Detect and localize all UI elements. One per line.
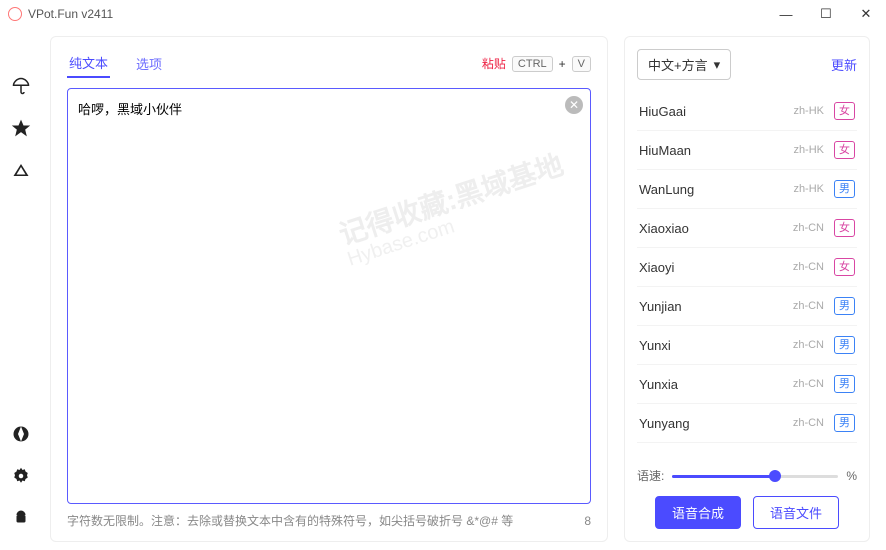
language-dropdown[interactable]: 中文+方言 ▾: [637, 49, 731, 80]
gender-badge: 男: [834, 375, 855, 393]
tab-options[interactable]: 选项: [134, 50, 164, 77]
star-icon[interactable]: [11, 118, 31, 138]
kbd-v: V: [572, 56, 591, 72]
voice-locale: zh-CN: [793, 339, 824, 351]
voice-name: Yunxia: [639, 377, 678, 392]
gender-badge: 男: [834, 336, 855, 354]
voice-name: Xiaoyi: [639, 260, 674, 275]
text-input[interactable]: [67, 88, 591, 504]
voice-row[interactable]: Xiaoyi zh-CN 女: [637, 248, 857, 287]
voice-row[interactable]: Xiaoxiao zh-CN 女: [637, 209, 857, 248]
synthesize-button[interactable]: 语音合成: [655, 496, 741, 529]
app-logo-icon: [8, 7, 22, 21]
voice-locale: zh-HK: [793, 105, 824, 117]
window-maximize-button[interactable]: ☐: [806, 0, 846, 28]
gender-badge: 男: [834, 414, 855, 432]
voice-name: Yunxi: [639, 338, 671, 353]
voice-row[interactable]: WanLung zh-HK 男: [637, 170, 857, 209]
voice-row[interactable]: Yunxi zh-CN 男: [637, 326, 857, 365]
gear-icon[interactable]: [11, 466, 31, 486]
gender-badge: 男: [834, 180, 855, 198]
voice-name: Yunyang: [639, 416, 690, 431]
gender-badge: 男: [834, 297, 855, 315]
titlebar: VPot.Fun v2411 — ☐ ✕: [0, 0, 886, 28]
tab-plaintext[interactable]: 纯文本: [67, 49, 110, 78]
speed-unit: %: [846, 469, 857, 483]
clear-text-button[interactable]: ✕: [565, 96, 583, 114]
gender-badge: 女: [834, 102, 855, 120]
voice-name: Xiaoxiao: [639, 221, 689, 236]
char-count: 8: [584, 514, 591, 528]
voice-locale: zh-CN: [793, 222, 824, 234]
window-minimize-button[interactable]: —: [766, 0, 806, 28]
voice-list: HiuGaaizh-HK女HiuMaanzh-HK女WanLungzh-HK男X…: [637, 92, 857, 455]
voice-file-button[interactable]: 语音文件: [753, 496, 839, 529]
paste-label: 粘贴: [482, 55, 506, 72]
voice-locale: zh-CN: [793, 300, 824, 312]
gender-badge: 女: [834, 219, 855, 237]
voice-row[interactable]: Yunyang zh-CN 男: [637, 404, 857, 443]
voice-name: HiuGaai: [639, 104, 686, 119]
kbd-ctrl: CTRL: [512, 56, 553, 72]
voice-locale: zh-HK: [793, 144, 824, 156]
voice-locale: zh-CN: [793, 261, 824, 273]
voice-locale: zh-CN: [793, 417, 824, 429]
voice-name: Yunjian: [639, 299, 682, 314]
kbd-plus: +: [559, 57, 566, 71]
chevron-down-icon: ▾: [714, 57, 721, 73]
sidebar: [0, 28, 42, 550]
gender-badge: 女: [834, 258, 855, 276]
triangle-icon[interactable]: [11, 160, 31, 180]
voice-name: WanLung: [639, 182, 694, 197]
voice-row[interactable]: HiuMaan zh-HK 女: [637, 131, 857, 170]
aperture-icon[interactable]: [11, 424, 31, 444]
umbrella-icon[interactable]: [11, 76, 31, 96]
gender-badge: 女: [834, 141, 855, 159]
voice-row[interactable]: Yunjian zh-CN 男: [637, 287, 857, 326]
text-panel: 纯文本 选项 粘贴 CTRL + V ✕ 记得收藏:黑域基地 Hybase.co…: [50, 36, 608, 542]
voice-name: HiuMaan: [639, 143, 691, 158]
voice-row[interactable]: HiuGaai zh-HK 女: [637, 92, 857, 131]
speed-label: 语速:: [637, 467, 664, 484]
speed-slider[interactable]: [672, 469, 838, 483]
voice-locale: zh-CN: [793, 378, 824, 390]
window-title: VPot.Fun v2411: [28, 7, 113, 21]
android-icon[interactable]: [11, 508, 31, 528]
voice-panel: 中文+方言 ▾ 更新 HiuGaai zh-HK 女 HiuMaan zh-HK 女 Wan…: [624, 36, 870, 542]
window-close-button[interactable]: ✕: [846, 0, 886, 28]
hint-text: 字符数无限制。注意：去除或替换文本中含有的特殊符号，如尖括号破折号 &*@# 等: [67, 512, 513, 529]
voice-locale: zh-HK: [793, 183, 824, 195]
refresh-button[interactable]: 更新: [831, 55, 857, 74]
voice-row[interactable]: Yunxia zh-CN 男: [637, 365, 857, 404]
